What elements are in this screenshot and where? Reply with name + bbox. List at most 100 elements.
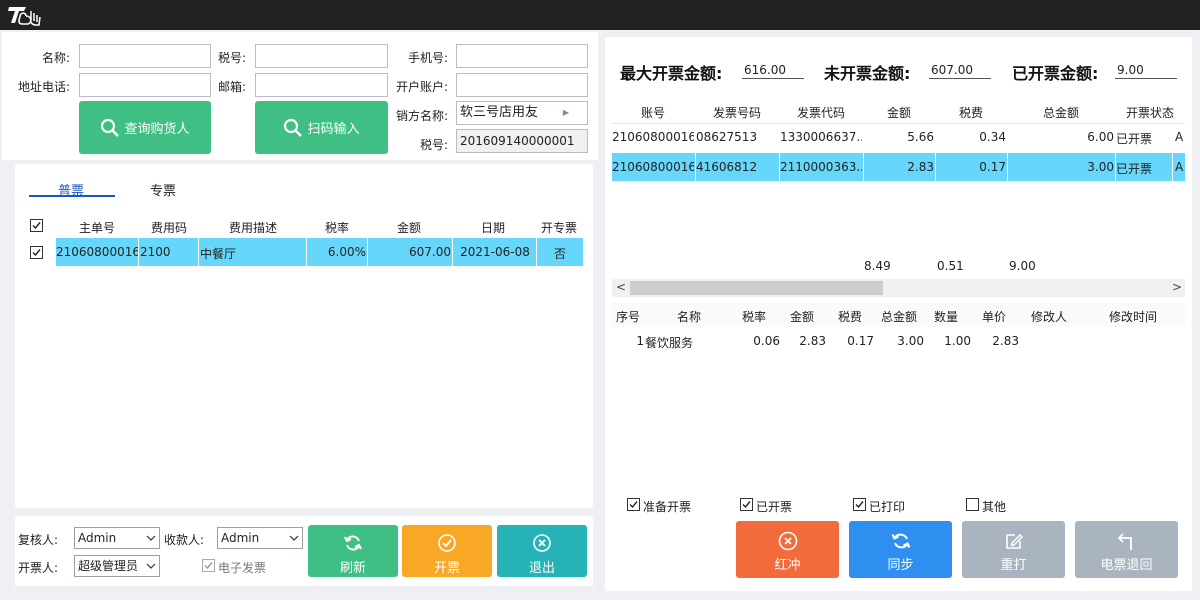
table-row[interactable]: 21060800016 2100 中餐厅 6.00% 607.00 2021-0… [25, 238, 583, 266]
col-fee-desc: 费用描述 [228, 221, 277, 235]
ready-filter-label: 准备开票 [643, 500, 692, 514]
red-flush-button[interactable]: 红冲 [736, 521, 839, 578]
edit-icon [1006, 533, 1024, 549]
col-account: 账号 [640, 106, 665, 120]
ready-filter-checkbox[interactable] [627, 498, 640, 511]
col-tax-rate: 税率 [324, 221, 349, 235]
reviewer-label: 复核人: [18, 533, 59, 547]
return-icon [1117, 533, 1132, 550]
printed-filter-checkbox[interactable] [853, 498, 866, 511]
col-inv-status: 开票状态 [1125, 106, 1174, 120]
col-fee-code: 费用码 [150, 221, 187, 235]
issuer-select[interactable]: 超级管理员 [74, 555, 160, 577]
total-amount: 8.49 [864, 259, 891, 273]
cell-fee-desc: 中餐厅 [200, 247, 237, 261]
e-invoice-return-button[interactable]: 电票退回 [1075, 521, 1178, 578]
address-phone-label: 地址电话: [17, 80, 70, 94]
seller-name-label: 销方名称: [395, 109, 448, 123]
bank-account-input[interactable] [456, 73, 588, 97]
scroll-right-icon[interactable]: > [1172, 280, 1182, 294]
col-item-modifier: 修改人 [1030, 310, 1067, 324]
cell-special: 否 [553, 247, 566, 261]
total-total: 9.00 [1009, 259, 1036, 273]
refresh-button[interactable]: 刷新 [308, 525, 398, 577]
col-item-price: 单价 [981, 310, 1006, 324]
search-icon [101, 118, 120, 137]
name-label: 名称: [41, 51, 70, 65]
sync-button[interactable]: 同步 [849, 521, 952, 578]
phone-input[interactable] [456, 44, 588, 68]
col-inv-tax: 税费 [958, 106, 983, 120]
email-input[interactable] [255, 73, 388, 97]
col-item-qty: 数量 [933, 310, 958, 324]
exit-button[interactable]: 退出 [497, 525, 587, 577]
cell-fee-code: 2100 [140, 245, 171, 259]
col-seq: 序号 [615, 310, 640, 324]
col-item-total: 总金额 [880, 310, 917, 324]
email-label: 邮箱: [217, 80, 246, 94]
payee-select[interactable]: Admin [217, 527, 303, 549]
issuer-label: 开票人: [18, 561, 59, 575]
e-invoice-label: 电子发票 [218, 561, 267, 575]
e-invoice-checkbox[interactable] [202, 559, 215, 572]
col-invoice-no: 发票号码 [712, 106, 761, 120]
app-logo-icon [8, 7, 41, 26]
select-all-checkbox[interactable] [30, 219, 43, 232]
table-row[interactable]: 21060800016 08627513 1330006637... 5.66 … [612, 124, 1185, 152]
col-item-amount: 金额 [789, 310, 814, 324]
issued-amount-value: 9.00 [1115, 61, 1177, 79]
printed-filter-label: 已打印 [869, 500, 906, 514]
title-bar [0, 0, 1200, 30]
reviewer-select[interactable]: Admin [74, 527, 160, 549]
tax-no-input[interactable] [255, 44, 388, 68]
max-amount-label: 最大开票金额: [620, 64, 723, 83]
other-filter-checkbox[interactable] [966, 498, 979, 511]
col-special: 开专票 [540, 221, 577, 235]
pending-amount-label: 未开票金额: [824, 64, 911, 83]
max-amount-value: 616.00 [742, 61, 804, 79]
address-phone-input[interactable] [79, 73, 211, 97]
table-row[interactable]: 1 餐饮服务 0.06 2.83 0.17 3.00 1.00 2.83 [612, 328, 1185, 354]
bank-account-label: 开户账户: [395, 80, 448, 94]
scan-input-label: 扫码输入 [307, 122, 360, 137]
issued-filter-checkbox[interactable] [740, 498, 753, 511]
col-inv-total: 总金额 [1042, 106, 1079, 120]
refresh-icon [344, 535, 362, 551]
col-item-tax-rate: 税率 [741, 310, 766, 324]
sync-icon [891, 533, 911, 549]
invoice-button[interactable]: 开票 [402, 525, 492, 577]
col-inv-amount: 金额 [886, 106, 911, 120]
row-checkbox[interactable] [30, 246, 43, 259]
seller-tax-input[interactable]: 201609140000001 [456, 129, 588, 153]
scan-input-button[interactable]: 扫码输入 [255, 101, 388, 154]
seller-tax-label: 税号: [419, 138, 448, 152]
reprint-button[interactable]: 重打 [962, 521, 1065, 578]
close-circle-icon [533, 534, 551, 552]
issued-filter-label: 已开票 [756, 500, 793, 514]
bill-list-panel [15, 164, 593, 508]
payee-label: 收款人: [164, 533, 205, 547]
issued-amount-label: 已开票金额: [1012, 64, 1099, 83]
scrollbar-thumb[interactable] [630, 281, 883, 295]
col-invoice-code: 发票代码 [796, 106, 845, 120]
chevron-down-icon [146, 563, 156, 569]
scroll-left-icon[interactable]: < [616, 280, 626, 294]
search-icon [284, 118, 303, 137]
tax-no-label: 税号: [217, 51, 246, 65]
col-order-no: 主单号 [78, 221, 115, 235]
name-input[interactable] [79, 44, 211, 68]
query-buyer-label: 查询购货人 [124, 122, 190, 137]
other-filter-label: 其他 [982, 500, 1007, 514]
tab-active-underline [29, 195, 115, 197]
close-circle-icon [778, 531, 798, 551]
seller-name-select[interactable]: 软三号店用友 ▶ [456, 101, 588, 125]
phone-label: 手机号: [407, 51, 448, 65]
horizontal-scrollbar[interactable]: < > [612, 279, 1185, 297]
cell-tax-rate: 6.00% [327, 245, 366, 259]
tab-special-invoice[interactable]: 专票 [150, 180, 176, 199]
query-buyer-button[interactable]: 查询购货人 [79, 101, 211, 154]
cell-amount: 607.00 [409, 245, 451, 259]
col-item-modified-time: 修改时间 [1108, 310, 1157, 324]
table-row[interactable]: 21060800016 41606812 2110000363... 2.83 … [612, 153, 1185, 181]
triangle-right-icon: ▶ [562, 108, 569, 117]
